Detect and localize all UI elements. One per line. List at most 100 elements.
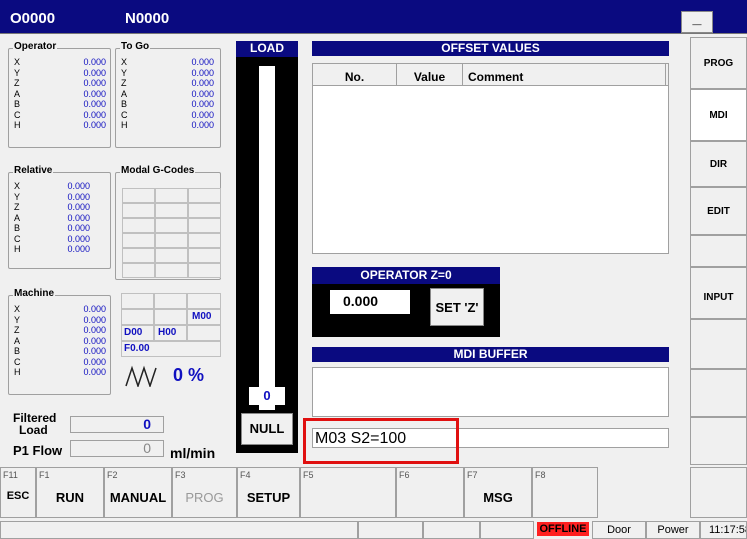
axis-row-y: Y 0.000 [116, 68, 220, 78]
side-input-button[interactable]: INPUT [690, 267, 747, 319]
mdi-title: MDI BUFFER [312, 347, 669, 362]
axis-value: 0.000 [67, 233, 90, 244]
f2-manual-button[interactable]: F2 MANUAL [104, 467, 172, 518]
axis-value: 0.000 [83, 325, 106, 335]
axis-row-x: X 0.000 [116, 57, 220, 67]
axis-value: 0.000 [67, 223, 90, 233]
axis-label: Y [14, 191, 21, 202]
col-comment[interactable]: Comment [468, 64, 666, 86]
axis-label: Y [14, 314, 21, 325]
axis-value: 0.000 [191, 88, 214, 99]
axis-row-z: Z 0.000 [9, 78, 110, 88]
title-bar: O0000 N0000 _ [0, 0, 747, 34]
axis-value: 0.000 [83, 88, 106, 99]
load-label: Load [19, 423, 48, 437]
mdi-buffer[interactable] [312, 367, 669, 417]
axis-value: 0.000 [83, 367, 106, 377]
offline-badge: OFFLINE [537, 522, 589, 536]
set-z-button[interactable]: SET 'Z' [430, 288, 484, 326]
axis-value: 0.000 [191, 67, 214, 78]
modal-cell [155, 188, 188, 203]
load-value: 0 [249, 387, 285, 405]
modal-cell [188, 218, 221, 233]
axis-row-y: Y 0.000 [9, 68, 110, 78]
axis-value: 0.000 [83, 78, 106, 88]
axis-value: 0.000 [83, 346, 106, 356]
togo-group: To Go X 0.000 Y 0.000 Z 0.000 A 0.000 B 0.000 C 0.0… [115, 41, 221, 148]
axis-value: 0.000 [83, 57, 106, 67]
col-value[interactable]: Value [397, 64, 463, 86]
f8-button[interactable]: F8 [532, 467, 598, 518]
axis-row-h: H 0.000 [9, 244, 110, 254]
offset-header: No. Value Comment [313, 64, 668, 86]
axis-label: X [14, 304, 21, 314]
f5-button[interactable]: F5 [300, 467, 396, 518]
f3-prog-button[interactable]: F3 PROG [172, 467, 237, 518]
axis-label: X [14, 181, 21, 191]
axis-row-x: X 0.000 [9, 304, 110, 314]
axis-row-c: C 0.000 [9, 357, 110, 367]
highlight-box [303, 418, 459, 464]
load-title: LOAD [236, 41, 298, 57]
axis-value: 0.000 [83, 67, 106, 78]
axis-label: A [14, 212, 21, 223]
door-status: Door [592, 521, 646, 539]
operator-z-panel: OPERATOR Z=0 0.000 SET 'Z' [312, 267, 500, 337]
side-blank-button[interactable] [690, 319, 747, 369]
f11-esc-button[interactable]: F11 ESC [0, 467, 36, 518]
flow-label: P1 Flow [13, 443, 63, 458]
clock: 11:17:58 [700, 521, 747, 539]
status-cell [480, 521, 534, 539]
f1-run-button[interactable]: F1 RUN [36, 467, 104, 518]
fkey-text: MANUAL [109, 490, 167, 505]
axis-label: Y [121, 67, 128, 78]
side-blank-button[interactable] [690, 235, 747, 267]
modal-cell [155, 248, 188, 263]
side-blank-button[interactable] [690, 369, 747, 417]
fkey-label: F7 [467, 470, 478, 480]
side-dir-button[interactable]: DIR [690, 141, 747, 187]
axis-row-z: Z 0.000 [116, 78, 220, 88]
fkey-text: MSG [483, 490, 513, 505]
axis-row-y: Y 0.000 [9, 315, 110, 325]
side-blank-button[interactable] [690, 467, 747, 518]
axis-label: Z [14, 202, 20, 212]
axis-row-b: B 0.000 [9, 346, 110, 356]
offline-cell: OFFLINE [534, 521, 592, 539]
axis-row-b: B 0.000 [116, 99, 220, 109]
side-prog-button[interactable]: PROG [690, 37, 747, 89]
f4-setup-button[interactable]: F4 SETUP [237, 467, 300, 518]
f6-button[interactable]: F6 [396, 467, 464, 518]
axis-row-c: C 0.000 [116, 110, 220, 120]
offset-table[interactable]: No. Value Comment [312, 63, 669, 254]
axis-row-z: Z 0.000 [9, 325, 110, 335]
fkey-text: SETUP [246, 490, 291, 505]
modal-cell [188, 188, 221, 203]
axis-row-b: B 0.000 [9, 99, 110, 109]
modal-cell [122, 218, 155, 233]
axis-value: 0.000 [83, 99, 106, 109]
null-button[interactable]: NULL [241, 413, 293, 445]
d-code-value: D00 [124, 327, 143, 338]
side-mdi-button[interactable]: MDI [690, 89, 747, 141]
axis-value: 0.000 [191, 109, 214, 120]
load-meter: LOAD 0 NULL [236, 41, 298, 453]
f7-msg-button[interactable]: F7 MSG [464, 467, 532, 518]
side-blank-button[interactable] [690, 417, 747, 465]
feed-value: F0.00 [124, 343, 150, 354]
axis-row-a: A 0.000 [116, 89, 220, 99]
axis-value: 0.000 [67, 181, 90, 191]
axis-value: 0.000 [83, 356, 106, 367]
fkey-label: F4 [240, 470, 251, 480]
code-cell [187, 293, 221, 309]
axis-row-h: H 0.000 [9, 367, 110, 377]
togo-title: To Go [120, 41, 151, 53]
axis-label: A [14, 88, 21, 99]
col-no[interactable]: No. [313, 64, 397, 86]
axis-row-c: C 0.000 [9, 234, 110, 244]
program-number: O0000 [10, 10, 56, 27]
side-edit-button[interactable]: EDIT [690, 187, 747, 235]
load-bar [259, 66, 275, 410]
axis-label: X [14, 57, 21, 67]
minimize-button[interactable]: _ [681, 11, 713, 33]
